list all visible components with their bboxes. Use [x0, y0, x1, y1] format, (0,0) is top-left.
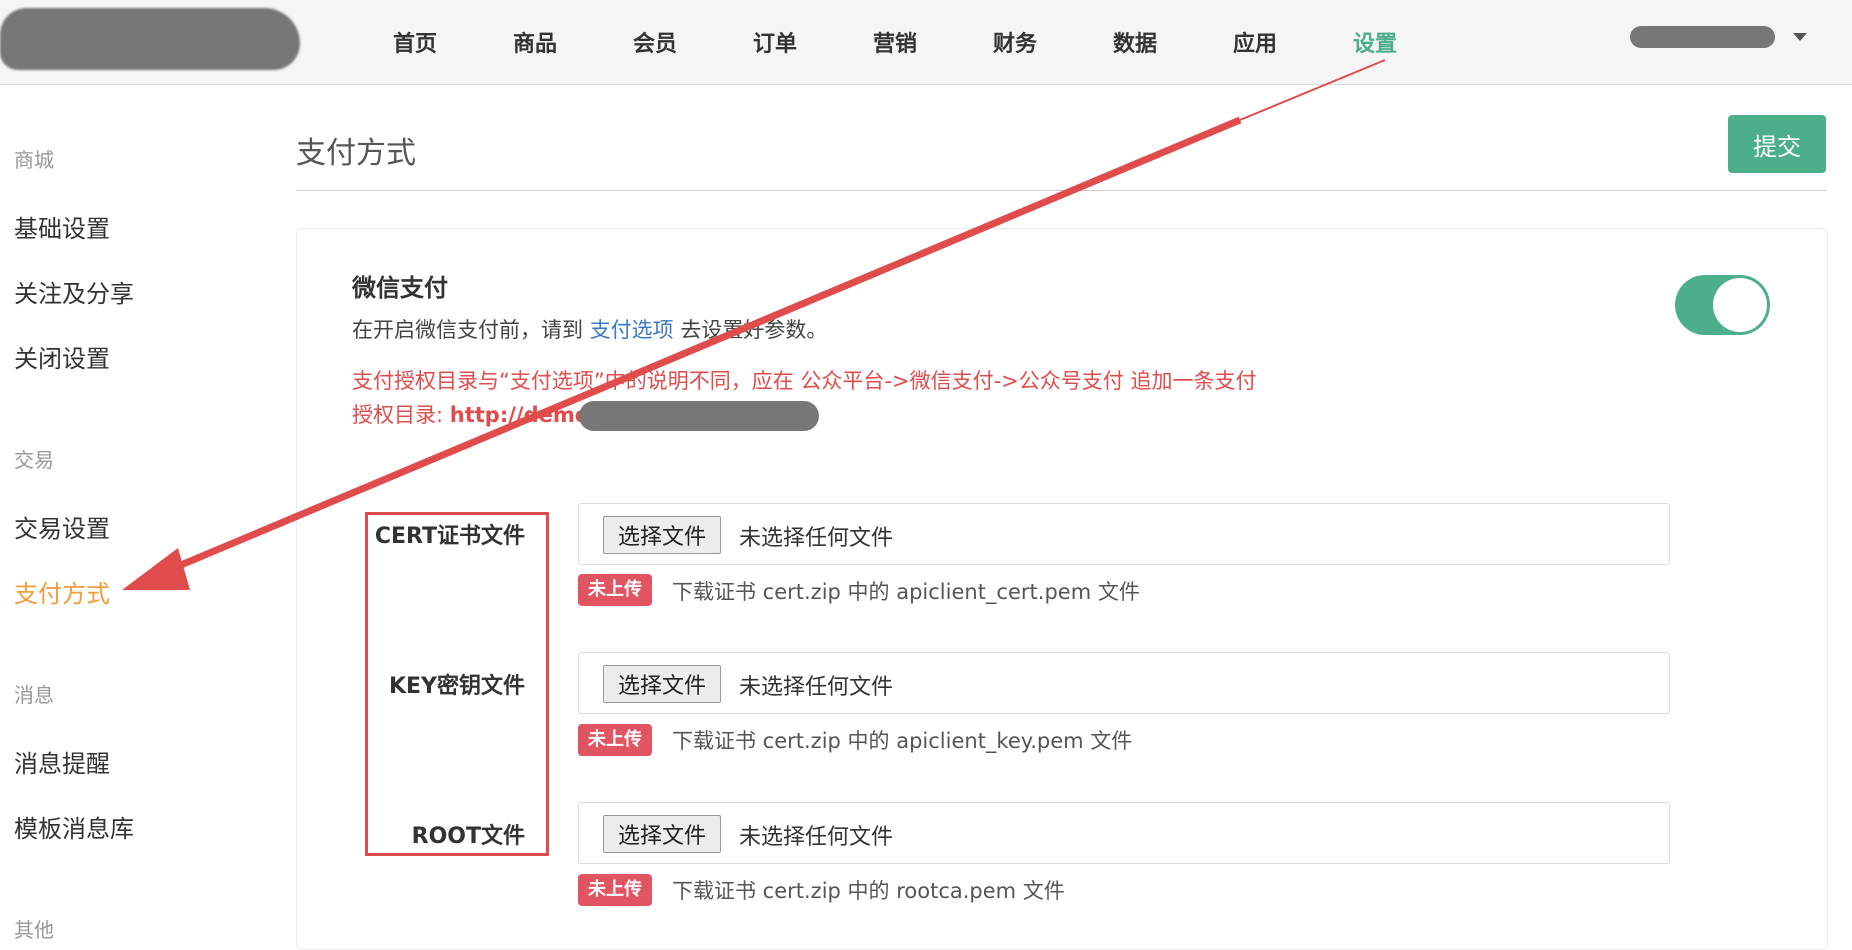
cert-file-input[interactable]: 选择文件 未选择任何文件 [578, 503, 1670, 565]
root-upload-badge: 未上传 [578, 874, 652, 906]
chevron-down-icon[interactable] [1793, 33, 1807, 41]
nav-item-marketing[interactable]: 营销 [835, 26, 955, 58]
auth-directory-url: http://demo [449, 403, 590, 427]
nav-item-settings[interactable]: 设置 [1315, 26, 1435, 58]
sidebar-item-close-settings[interactable]: 关闭设置 [14, 339, 110, 374]
submit-button[interactable]: 提交 [1728, 115, 1826, 173]
wechat-pay-toggle[interactable] [1675, 275, 1770, 335]
key-choose-file-button[interactable]: 选择文件 [603, 665, 722, 703]
root-file-hint: 下载证书 cert.zip 中的 rootca.pem 文件 [672, 879, 1065, 903]
root-file-input[interactable]: 选择文件 未选择任何文件 [578, 802, 1670, 864]
nav-item-data[interactable]: 数据 [1075, 26, 1195, 58]
sidebar-item-payment-methods[interactable]: 支付方式 [14, 574, 110, 609]
description-suffix: 去设置好参数。 [680, 318, 828, 342]
toggle-knob [1713, 278, 1767, 332]
title-divider [296, 190, 1826, 191]
sidebar-group-messages: 消息 [14, 683, 54, 707]
wechat-pay-title: 微信支付 [352, 274, 448, 302]
sidebar-item-message-reminder[interactable]: 消息提醒 [14, 744, 110, 779]
sidebar-group-other: 其他 [14, 918, 54, 942]
nav-item-finance[interactable]: 财务 [955, 26, 1075, 58]
cert-upload-badge: 未上传 [578, 574, 652, 606]
username-redacted [1630, 26, 1775, 48]
wechat-pay-description: 在开启微信支付前，请到 支付选项 去设置好参数。 [352, 314, 827, 344]
top-navbar: 首页 商品 会员 订单 营销 财务 数据 应用 设置 [0, 0, 1852, 85]
sidebar-item-template-library[interactable]: 模板消息库 [14, 809, 134, 844]
key-upload-badge: 未上传 [578, 724, 652, 756]
main-nav: 首页 商品 会员 订单 营销 财务 数据 应用 设置 [355, 0, 1435, 84]
key-file-status: 未选择任何文件 [739, 675, 894, 700]
sidebar-group-mall: 商城 [14, 148, 54, 172]
auth-directory-warning: 支付授权目录与“支付选项”中的说明不同，应在 公众平台->微信支付->公众号支付… [352, 364, 1412, 432]
page-title: 支付方式 [296, 136, 416, 171]
sidebar-item-follow-share[interactable]: 关注及分享 [14, 274, 134, 309]
annotation-highlight-box [365, 512, 549, 856]
sidebar-group-trade: 交易 [14, 448, 54, 472]
sidebar-item-trade-settings[interactable]: 交易设置 [14, 509, 110, 544]
nav-item-orders[interactable]: 订单 [715, 26, 835, 58]
key-file-hint: 下载证书 cert.zip 中的 apiclient_key.pem 文件 [672, 729, 1133, 753]
url-redacted [579, 401, 820, 431]
cert-file-status: 未选择任何文件 [739, 526, 894, 551]
root-file-status: 未选择任何文件 [739, 825, 894, 850]
nav-item-home[interactable]: 首页 [355, 26, 475, 58]
nav-item-apps[interactable]: 应用 [1195, 26, 1315, 58]
nav-item-goods[interactable]: 商品 [475, 26, 595, 58]
sidebar-item-basic-settings[interactable]: 基础设置 [14, 209, 110, 244]
nav-item-members[interactable]: 会员 [595, 26, 715, 58]
warning-line-1: 支付授权目录与“支付选项”中的说明不同，应在 公众平台->微信支付->公众号支付… [352, 369, 1257, 393]
user-menu[interactable] [1630, 22, 1807, 52]
description-prefix: 在开启微信支付前，请到 [352, 318, 583, 342]
cert-choose-file-button[interactable]: 选择文件 [603, 516, 722, 554]
payment-options-link[interactable]: 支付选项 [590, 318, 674, 342]
key-file-input[interactable]: 选择文件 未选择任何文件 [578, 652, 1670, 714]
cert-file-hint: 下载证书 cert.zip 中的 apiclient_cert.pem 文件 [672, 580, 1140, 604]
root-choose-file-button[interactable]: 选择文件 [603, 815, 722, 853]
logo-redacted [0, 8, 300, 70]
warning-line-2-prefix: 授权目录: [352, 403, 450, 427]
warning-line-2: 授权目录: http://demo [352, 398, 1412, 432]
